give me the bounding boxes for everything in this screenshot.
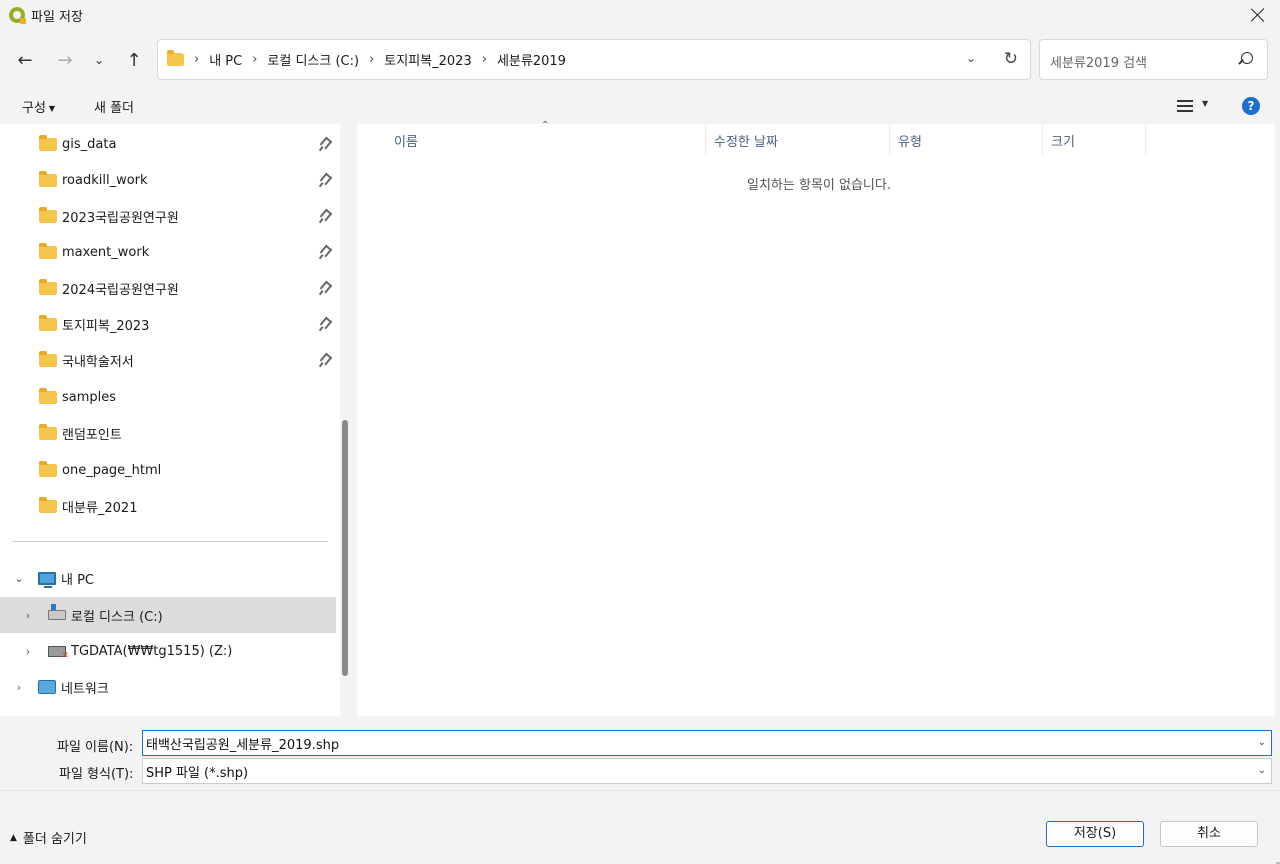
title-bar: 파일 저장 [0, 0, 1280, 30]
sidebar-item[interactable]: 국내학술저서 [0, 342, 336, 378]
folder-icon [39, 314, 57, 331]
empty-folder-message: 일치하는 항목이 없습니다. [747, 178, 891, 193]
sidebar-item[interactable]: 대분류_2021 [0, 488, 336, 524]
sidebar-item[interactable]: 랜덤포인트 [0, 415, 336, 451]
sidebar-item[interactable]: 2023국립공원연구원 [0, 198, 336, 234]
folder-icon [167, 50, 184, 66]
pin-icon [319, 136, 333, 150]
breadcrumb-separator-icon[interactable]: › [194, 52, 199, 67]
sidebar-item-network-drive[interactable]: › TGDATA(₩₩tg1515) (Z:) [0, 633, 336, 669]
folder-icon [39, 242, 57, 259]
cancel-button[interactable]: 취소 [1160, 821, 1258, 847]
view-dropdown-icon[interactable]: ▼ [1202, 99, 1208, 108]
breadcrumb-separator-icon[interactable]: › [369, 52, 374, 67]
folder-icon [39, 134, 57, 151]
computer-icon [38, 571, 56, 588]
close-icon[interactable] [1248, 5, 1268, 25]
filename-history-chevron-icon[interactable]: ⌄ [1258, 737, 1266, 748]
sidebar-item[interactable]: gis_data [0, 126, 336, 162]
qgis-app-icon [9, 7, 26, 24]
save-button[interactable]: 저장(S) [1046, 821, 1144, 847]
folder-icon [39, 170, 57, 187]
organize-button[interactable]: 구성 ▼ [22, 97, 55, 116]
sidebar-item-network[interactable]: › 네트워크 [0, 669, 336, 705]
search-box[interactable]: 세분류2019 검색 [1039, 39, 1268, 80]
pin-icon [319, 244, 333, 258]
chevron-down-icon[interactable]: ⌄ [13, 572, 25, 585]
folder-icon [39, 496, 57, 513]
file-list[interactable]: ⌃ 이름 수정한 날짜 유형 크기 일치하는 항목이 없습니다. [357, 120, 1275, 716]
sidebar-item[interactable]: 토지피복_2023 [0, 306, 336, 342]
sidebar-item-local-disk[interactable]: › 로컬 디스크 (C:) [0, 597, 336, 633]
chevron-right-icon[interactable]: › [22, 645, 34, 658]
breadcrumb-separator-icon[interactable]: › [482, 52, 487, 67]
navigation-pane-scrollbar[interactable] [342, 420, 348, 676]
navigation-pane[interactable]: gis_data roadkill_work 2023국립공원연구원 maxen… [0, 124, 340, 716]
sidebar-item[interactable]: 2024국립공원연구원 [0, 270, 336, 306]
hide-folders-button[interactable]: ▲ 폴더 숨기기 [10, 828, 87, 847]
sidebar-item[interactable]: roadkill_work [0, 162, 336, 198]
breadcrumb-landcover-2023[interactable]: 토지피복_2023 [384, 50, 471, 69]
pin-icon [319, 172, 333, 186]
folder-icon [39, 460, 57, 477]
chevron-up-icon: ▲ [10, 832, 17, 843]
sidebar-item[interactable]: samples [0, 379, 336, 415]
address-bar[interactable]: › 내 PC › 로컬 디스크 (C:) › 토지피복_2023 › 세분류20… [157, 39, 1031, 80]
filetype-label: 파일 형식(T): [59, 767, 134, 782]
chevron-right-icon[interactable]: › [13, 681, 25, 694]
breadcrumb-separator-icon[interactable]: › [252, 52, 257, 67]
forward-arrow-icon[interactable]: → [51, 46, 79, 74]
command-toolbar: 구성 ▼ 새 폴더 ▼ ? [0, 88, 1280, 124]
filename-label: 파일 이름(N): [57, 740, 134, 755]
search-icon[interactable] [1241, 52, 1253, 64]
sidebar-item-this-pc[interactable]: ⌄ 내 PC [0, 560, 336, 596]
disconnected-network-drive-icon [48, 645, 69, 661]
pin-icon [319, 352, 333, 366]
recent-locations-chevron-icon[interactable]: ⌄ [85, 46, 113, 74]
sidebar-item[interactable]: maxent_work [0, 234, 336, 270]
folder-icon [39, 387, 57, 404]
up-arrow-icon[interactable]: ↑ [120, 46, 148, 74]
folder-icon [39, 350, 57, 367]
pin-icon [319, 208, 333, 222]
help-icon[interactable]: ? [1242, 97, 1260, 115]
column-header-modified[interactable]: 수정한 날짜 [706, 124, 890, 156]
chevron-right-icon[interactable]: › [22, 609, 34, 622]
window-title: 파일 저장 [31, 9, 83, 25]
filename-input[interactable]: 태백산국립공원_세분류_2019.shp ⌄ [142, 730, 1272, 756]
refresh-icon[interactable]: ↻ [1004, 49, 1018, 69]
sidebar-item[interactable]: one_page_html [0, 452, 336, 488]
footer-divider [0, 790, 1280, 791]
folder-icon [39, 423, 57, 440]
pin-icon [319, 316, 333, 330]
sidebar-divider [12, 541, 328, 542]
pin-icon [319, 280, 333, 294]
search-input[interactable]: 세분류2019 검색 [1050, 52, 1147, 71]
column-header-size[interactable]: 크기 [1043, 124, 1146, 156]
address-dropdown-chevron-icon[interactable]: ⌄ [966, 51, 976, 65]
new-folder-button[interactable]: 새 폴더 [94, 97, 134, 116]
navigation-bar: ← → ⌄ ↑ › 내 PC › 로컬 디스크 (C:) › 토지피복_2023… [0, 30, 1280, 88]
network-icon [38, 680, 56, 694]
filetype-select[interactable]: SHP 파일 (*.shp) ⌄ [142, 758, 1272, 784]
filetype-chevron-down-icon[interactable]: ⌄ [1258, 765, 1266, 776]
column-header-name[interactable]: 이름 [386, 124, 706, 156]
breadcrumb-local-disk[interactable]: 로컬 디스크 (C:) [267, 50, 359, 69]
save-form: 파일 이름(N): 태백산국립공원_세분류_2019.shp ⌄ 파일 형식(T… [0, 716, 1280, 864]
back-arrow-icon[interactable]: ← [11, 46, 39, 74]
folder-icon [39, 206, 57, 223]
column-header-type[interactable]: 유형 [890, 124, 1043, 156]
breadcrumb-this-pc[interactable]: 내 PC [209, 50, 242, 69]
breadcrumb-subclass-2019[interactable]: 세분류2019 [497, 50, 566, 69]
folder-icon [39, 278, 57, 295]
hard-drive-icon [48, 604, 66, 620]
view-options-icon[interactable] [1177, 100, 1193, 112]
